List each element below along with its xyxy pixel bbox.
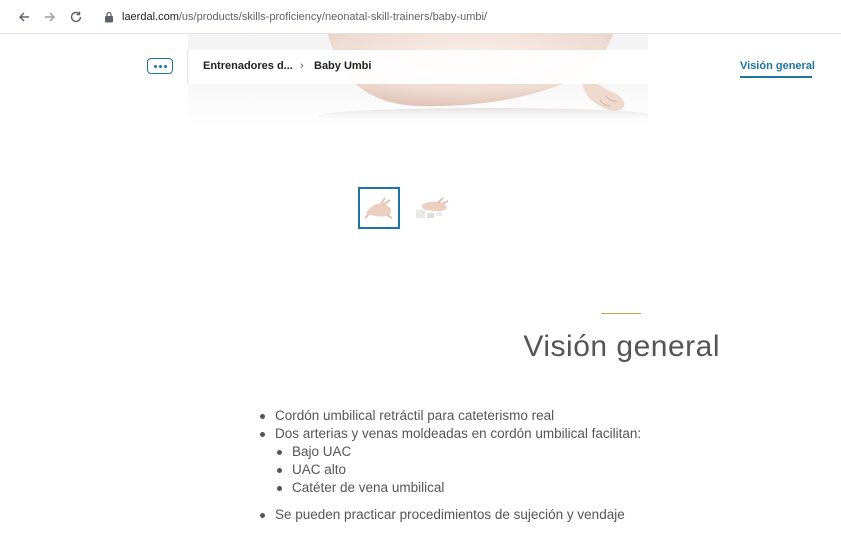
- sub-list-item: Bajo UAC: [275, 443, 641, 461]
- breadcrumb-separator: ›: [300, 60, 304, 72]
- more-dots-icon[interactable]: [147, 58, 173, 74]
- list-item: Cordón umbilical retráctil para cateteri…: [258, 407, 641, 425]
- sub-list: Bajo UAC UAC alto Catéter de vena umbili…: [275, 443, 641, 497]
- address-bar[interactable]: laerdal.com/us/products/skills-proficien…: [102, 4, 833, 30]
- url-host: laerdal.com: [122, 10, 179, 23]
- section-title: Visión general: [523, 330, 720, 363]
- sub-list-item: Catéter de vena umbilical: [275, 479, 641, 497]
- forward-arrow-icon[interactable]: [40, 7, 60, 27]
- breadcrumb-neonatal-trainers[interactable]: Entrenadores d...: [203, 60, 293, 72]
- thumbnail-2[interactable]: [411, 187, 453, 229]
- thumbnail-1[interactable]: [358, 187, 400, 229]
- overview-link[interactable]: Visión general: [740, 60, 815, 72]
- url-path: /us/products/skills-proficiency/neonatal…: [178, 10, 487, 23]
- browser-toolbar: laerdal.com/us/products/skills-proficien…: [0, 0, 841, 34]
- sub-navigation: Entrenadores d... › Baby Umbi Visión gen…: [0, 50, 841, 84]
- reload-icon[interactable]: [66, 7, 86, 27]
- lock-icon: [102, 10, 116, 24]
- list-item: Se pueden practicar procedimientos de su…: [258, 506, 641, 524]
- divider: [187, 50, 188, 84]
- sub-list-item: UAC alto: [275, 461, 641, 479]
- overview-active-indicator: [740, 76, 812, 78]
- back-arrow-icon[interactable]: [14, 7, 34, 27]
- list-item: Dos arterias y venas moldeadas en cordón…: [258, 425, 641, 443]
- section-accent-line: [601, 313, 641, 314]
- breadcrumb-baby-umbi[interactable]: Baby Umbi: [314, 60, 371, 72]
- feature-list: Cordón umbilical retráctil para cateteri…: [258, 407, 641, 524]
